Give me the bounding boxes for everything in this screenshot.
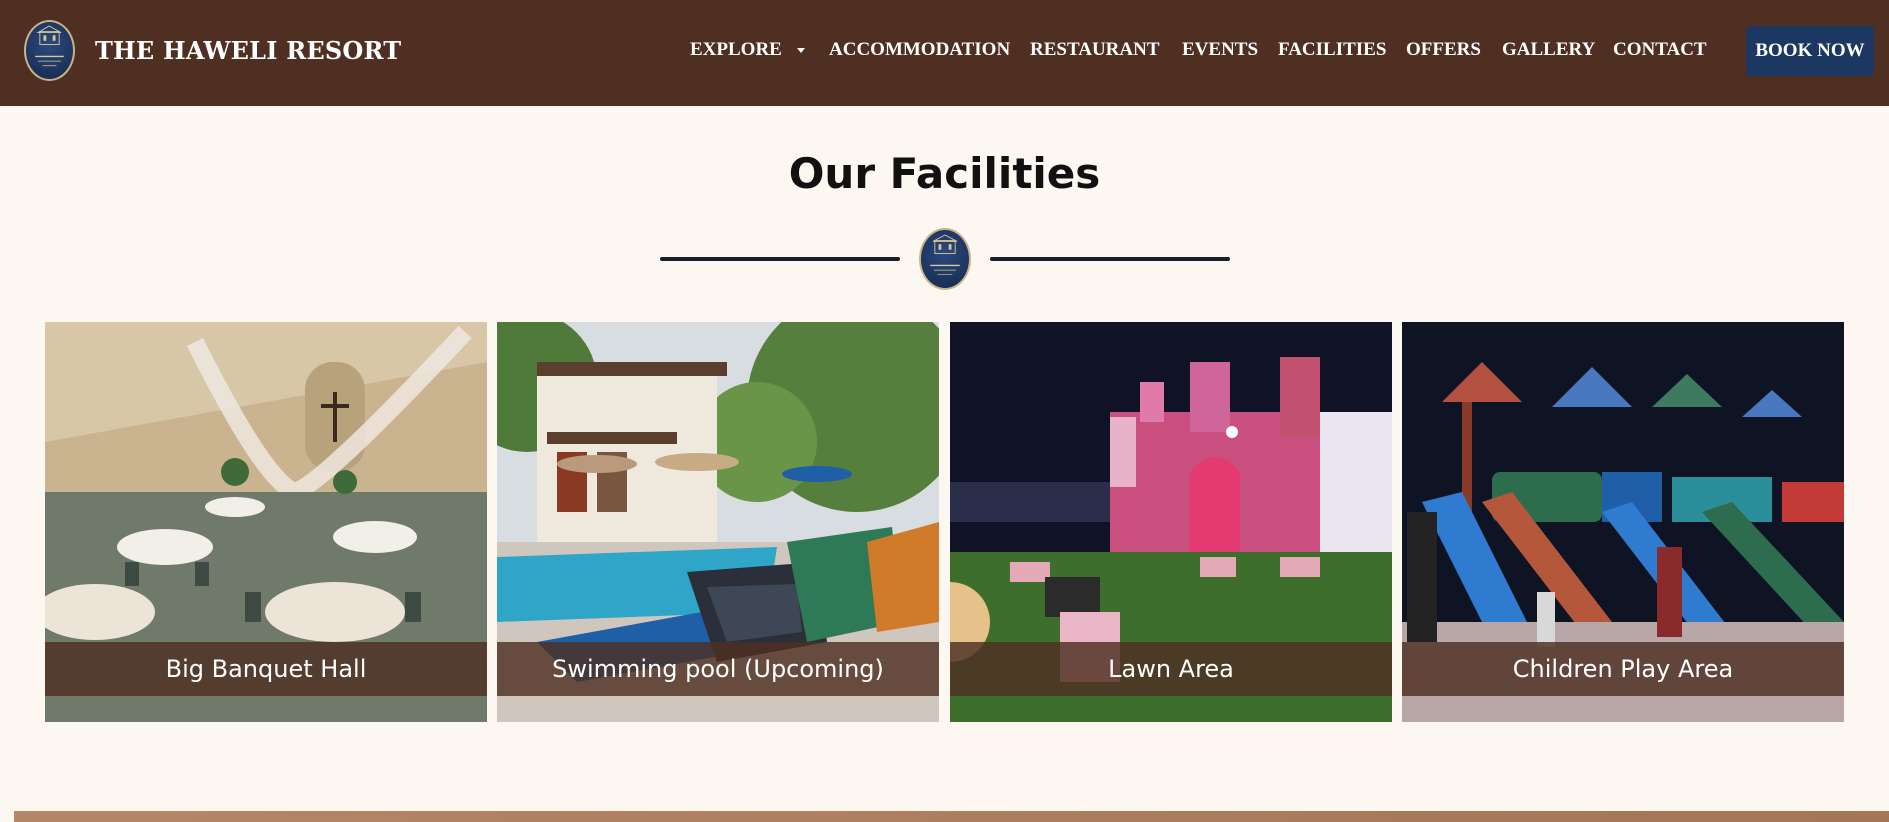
site-header: THE HAWELI RESORT EXPLORE ACCOMMODATION … [0,0,1889,106]
nav-item-events[interactable]: EVENTS [1182,39,1258,61]
main-nav: EXPLORE ACCOMMODATION RESTAURANT EVENTS … [0,39,1889,63]
nav-item-facilities[interactable]: FACILITIES [1278,39,1386,61]
nav-item-contact[interactable]: CONTACT [1613,39,1707,61]
page-title: Our Facilities [788,149,1101,198]
facility-caption: Big Banquet Hall [45,642,487,696]
book-now-button[interactable]: BOOK NOW [1746,26,1874,76]
nav-item-gallery[interactable]: GALLERY [1502,39,1595,61]
nav-item-explore[interactable]: EXPLORE [690,39,805,61]
nav-item-restaurant[interactable]: RESTAURANT [1030,39,1160,61]
nav-item-label: FACILITIES [1278,39,1387,60]
resort-emblem-icon [919,228,971,290]
facility-caption: Lawn Area [950,642,1392,696]
facility-card-children-play-area[interactable]: Children Play Area [1402,322,1844,722]
facility-card-banquet-hall[interactable]: Big Banquet Hall [45,322,487,722]
nav-item-label: CONTACT [1613,39,1707,60]
title-divider-left [660,257,900,261]
facility-caption: Children Play Area [1402,642,1844,696]
facility-card-lawn-area[interactable]: Lawn Area [950,322,1392,722]
nav-item-label: EXPLORE [690,39,782,60]
nav-item-label: GALLERY [1502,39,1596,60]
title-divider-right [990,257,1230,261]
nav-item-label: RESTAURANT [1030,39,1160,60]
facility-card-swimming-pool[interactable]: Swimming pool (Upcoming) [497,322,939,722]
nav-item-label: EVENTS [1182,39,1259,60]
nav-item-accommodation[interactable]: ACCOMMODATION [829,39,1010,61]
facility-caption: Swimming pool (Upcoming) [497,642,939,696]
nav-item-label: ACCOMMODATION [829,39,1011,60]
footer-band [14,811,1889,822]
nav-item-label: OFFERS [1406,39,1481,60]
chevron-down-icon [797,48,805,53]
nav-item-offers[interactable]: OFFERS [1406,39,1481,61]
